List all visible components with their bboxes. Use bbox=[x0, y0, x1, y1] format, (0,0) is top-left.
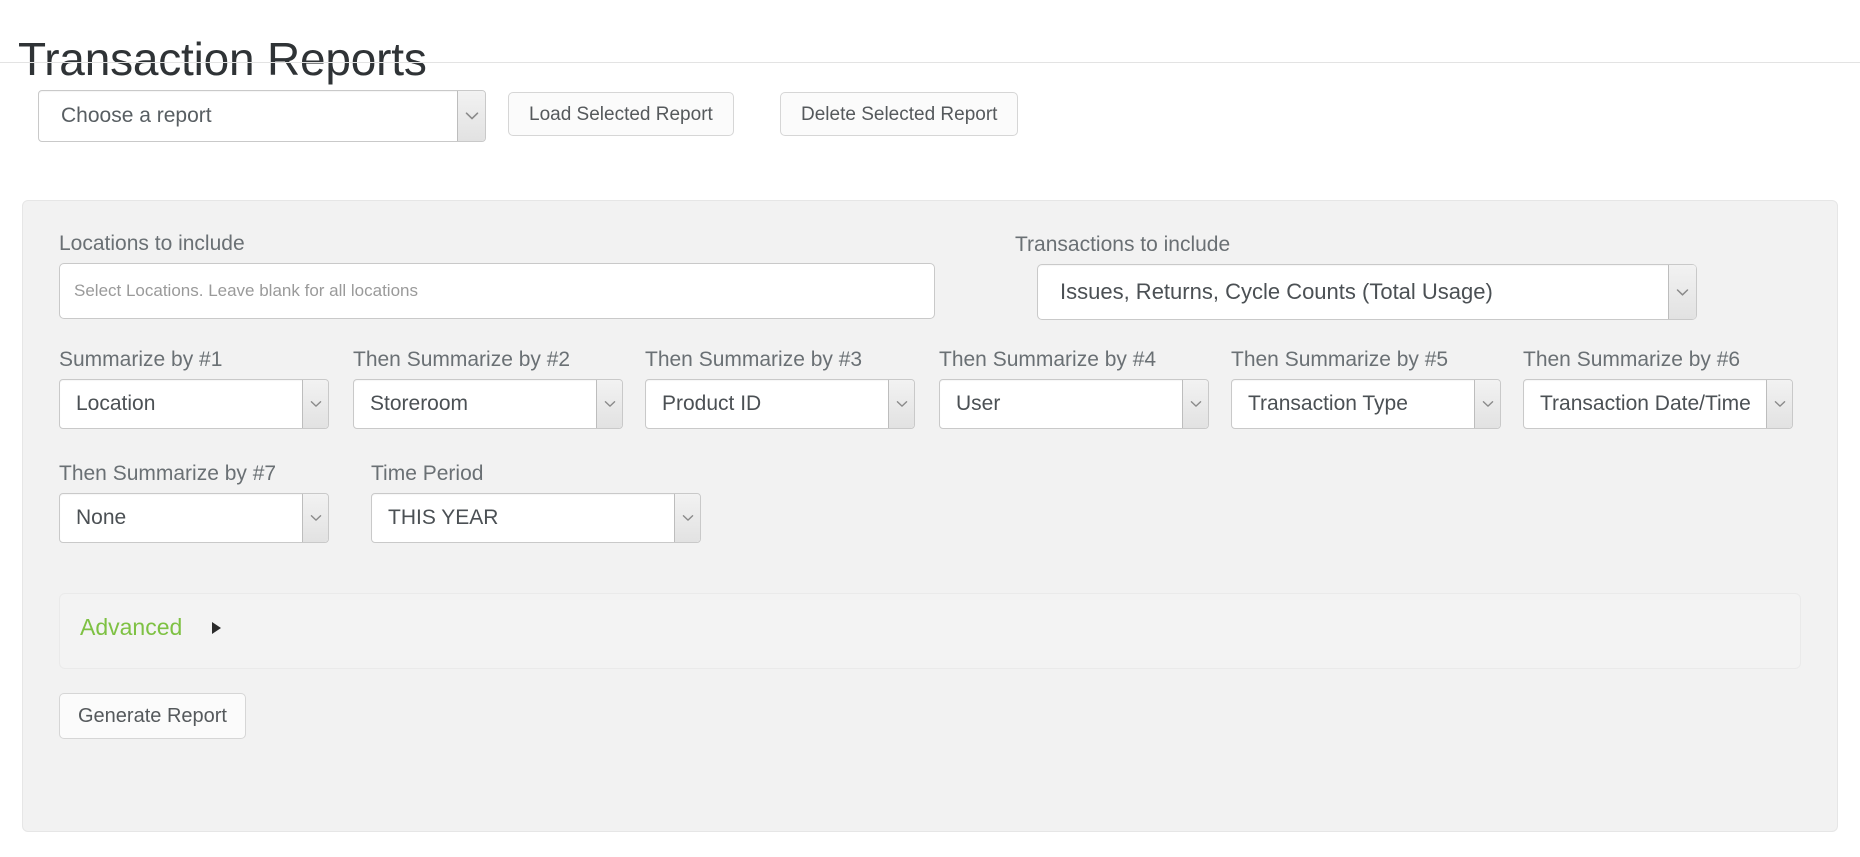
chevron-down-icon bbox=[596, 380, 622, 428]
delete-selected-report-button[interactable]: Delete Selected Report bbox=[780, 92, 1019, 136]
generate-report-button[interactable]: Generate Report bbox=[59, 693, 246, 739]
summarize-select-4-value: User bbox=[956, 392, 1001, 415]
chevron-down-icon bbox=[674, 494, 700, 542]
chevron-down-icon bbox=[1766, 380, 1792, 428]
summarize-select-6[interactable]: Transaction Date/Time bbox=[1523, 379, 1793, 429]
transactions-select[interactable]: Issues, Returns, Cycle Counts (Total Usa… bbox=[1037, 264, 1697, 320]
summarize-select-1[interactable]: Location bbox=[59, 379, 329, 429]
time-period-select[interactable]: THIS YEAR bbox=[371, 493, 701, 543]
chevron-down-icon bbox=[457, 91, 485, 141]
transactions-select-value: Issues, Returns, Cycle Counts (Total Usa… bbox=[1060, 279, 1493, 304]
advanced-section[interactable]: Advanced bbox=[59, 593, 1801, 669]
summarize-label-4: Then Summarize by #4 bbox=[939, 348, 1157, 371]
chevron-down-icon bbox=[888, 380, 914, 428]
summarize-label-3: Then Summarize by #3 bbox=[645, 348, 863, 371]
summarize-select-1-value: Location bbox=[76, 392, 156, 415]
summarize-select-5-value: Transaction Type bbox=[1248, 392, 1408, 415]
summarize-label-6: Then Summarize by #6 bbox=[1523, 348, 1741, 371]
caret-right-icon[interactable] bbox=[212, 622, 221, 634]
report-options-panel: Locations to include Transactions to inc… bbox=[22, 200, 1838, 832]
summarize-label-7: Then Summarize by #7 bbox=[59, 462, 277, 485]
summarize-select-3[interactable]: Product ID bbox=[645, 379, 915, 429]
locations-label: Locations to include bbox=[59, 232, 245, 255]
chevron-down-icon bbox=[1182, 380, 1208, 428]
summarize-label-5: Then Summarize by #5 bbox=[1231, 348, 1449, 371]
transaction-reports-page: Transaction Reports Choose a report Load… bbox=[0, 0, 1860, 857]
locations-input[interactable] bbox=[59, 263, 935, 319]
summarize-label-1: Summarize by #1 bbox=[59, 348, 223, 371]
advanced-toggle-label[interactable]: Advanced bbox=[80, 616, 182, 639]
summarize-select-7[interactable]: None bbox=[59, 493, 329, 543]
load-selected-report-button[interactable]: Load Selected Report bbox=[508, 92, 734, 136]
chevron-down-icon bbox=[1668, 265, 1696, 319]
summarize-select-2[interactable]: Storeroom bbox=[353, 379, 623, 429]
summarize-label-2: Then Summarize by #2 bbox=[353, 348, 571, 371]
summarize-select-7-value: None bbox=[76, 506, 127, 529]
time-period-select-value: THIS YEAR bbox=[388, 506, 499, 529]
summarize-select-5[interactable]: Transaction Type bbox=[1231, 379, 1501, 429]
title-divider bbox=[0, 62, 1860, 63]
summarize-select-3-value: Product ID bbox=[662, 392, 762, 415]
chevron-down-icon bbox=[1474, 380, 1500, 428]
report-toolbar: Choose a report Load Selected Report Del… bbox=[0, 90, 1860, 150]
report-picker-value: Choose a report bbox=[61, 104, 212, 127]
page-title: Transaction Reports bbox=[18, 32, 427, 85]
report-picker-select[interactable]: Choose a report bbox=[38, 90, 486, 142]
chevron-down-icon bbox=[302, 380, 328, 428]
summarize-select-4[interactable]: User bbox=[939, 379, 1209, 429]
summarize-select-2-value: Storeroom bbox=[370, 392, 469, 415]
transactions-label: Transactions to include bbox=[1015, 233, 1231, 256]
summarize-select-6-value: Transaction Date/Time bbox=[1540, 392, 1751, 415]
time-period-label: Time Period bbox=[371, 462, 484, 485]
chevron-down-icon bbox=[302, 494, 328, 542]
